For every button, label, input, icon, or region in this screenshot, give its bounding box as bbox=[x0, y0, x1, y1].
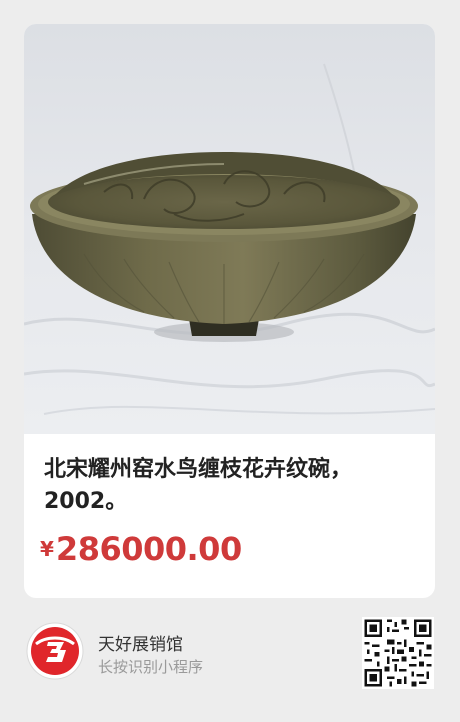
qr-code-icon[interactable] bbox=[362, 617, 434, 689]
product-title: 北宋耀州窑水鸟缠枝花卉纹碗，2002。 bbox=[44, 457, 353, 514]
brand-name: 天好展销馆 bbox=[98, 635, 183, 655]
product-photo bbox=[24, 24, 435, 434]
mini-program-hint: 长按识别小程序 bbox=[98, 658, 204, 676]
product-price: ¥286000.00 bbox=[40, 530, 242, 568]
brand-logo-icon bbox=[26, 622, 84, 680]
currency-symbol: ¥ bbox=[40, 537, 54, 561]
price-amount: 286000.00 bbox=[55, 530, 242, 568]
product-card[interactable]: 北宋耀州窑水鸟缠枝花卉纹碗，2002。 ¥286000.00 bbox=[24, 24, 435, 598]
